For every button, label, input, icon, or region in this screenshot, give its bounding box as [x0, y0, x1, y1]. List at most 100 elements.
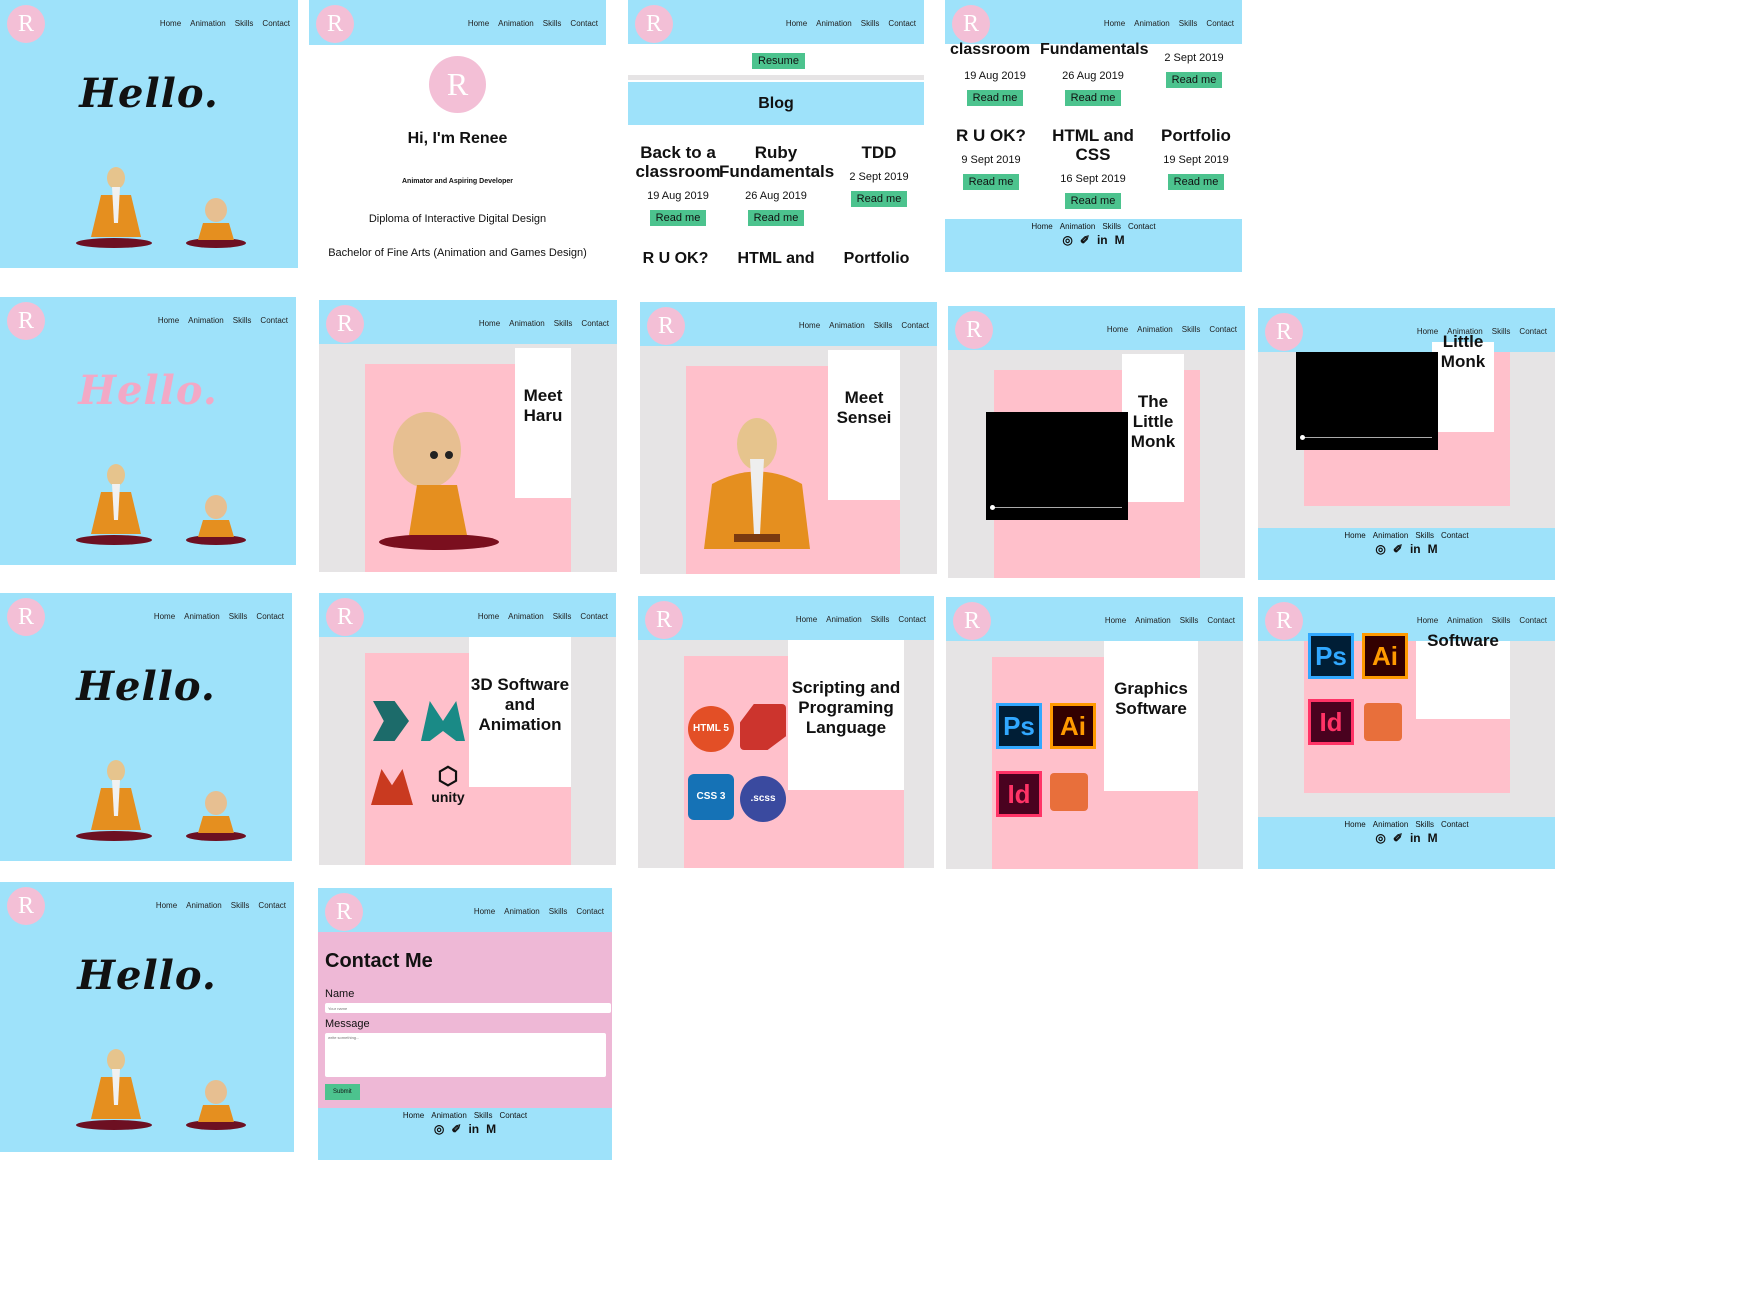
- logo[interactable]: R: [955, 311, 993, 349]
- nav-animation[interactable]: Animation: [186, 901, 222, 910]
- nav-skills[interactable]: Skills: [235, 19, 254, 28]
- nav-animation[interactable]: Animation: [826, 615, 862, 624]
- nav-home[interactable]: Home: [796, 615, 817, 624]
- footer-contact[interactable]: Contact: [1441, 820, 1469, 829]
- nav-contact[interactable]: Contact: [1209, 325, 1237, 334]
- logo[interactable]: R: [645, 601, 683, 639]
- video-player[interactable]: [1296, 352, 1438, 450]
- nav-contact[interactable]: Contact: [580, 612, 608, 621]
- nav-contact[interactable]: Contact: [260, 316, 288, 325]
- video-progress[interactable]: [992, 507, 1122, 508]
- nav-contact[interactable]: Contact: [901, 321, 929, 330]
- nav-home[interactable]: Home: [478, 612, 499, 621]
- footer-animation[interactable]: Animation: [431, 1111, 467, 1120]
- logo[interactable]: R: [952, 5, 990, 43]
- nav-contact[interactable]: Contact: [1207, 616, 1235, 625]
- logo[interactable]: R: [1265, 313, 1303, 351]
- nav-home[interactable]: Home: [160, 19, 181, 28]
- logo[interactable]: R: [7, 302, 45, 340]
- nav-animation[interactable]: Animation: [184, 612, 220, 621]
- nav-skills[interactable]: Skills: [233, 316, 252, 325]
- medium-icon[interactable]: M: [1428, 542, 1438, 556]
- video-scrubber[interactable]: [1300, 435, 1305, 440]
- nav-home[interactable]: Home: [156, 901, 177, 910]
- read-me-button[interactable]: Read me: [1165, 72, 1223, 88]
- read-me-button[interactable]: Read me: [850, 191, 908, 207]
- github-icon[interactable]: ◎: [1062, 233, 1072, 247]
- read-me-button[interactable]: Read me: [747, 210, 805, 226]
- nav-animation[interactable]: Animation: [1134, 19, 1170, 28]
- read-me-button[interactable]: Read me: [1064, 193, 1122, 209]
- github-icon[interactable]: ◎: [434, 1122, 444, 1136]
- nav-contact[interactable]: Contact: [1206, 19, 1234, 28]
- footer-animation[interactable]: Animation: [1373, 820, 1409, 829]
- logo[interactable]: R: [326, 305, 364, 343]
- nav-skills[interactable]: Skills: [543, 19, 562, 28]
- message-textarea[interactable]: [325, 1033, 606, 1077]
- nav-animation[interactable]: Animation: [504, 907, 540, 916]
- footer-home[interactable]: Home: [1344, 531, 1365, 540]
- nav-contact[interactable]: Contact: [581, 319, 609, 328]
- nav-skills[interactable]: Skills: [1492, 616, 1511, 625]
- nav-contact[interactable]: Contact: [576, 907, 604, 916]
- nav-contact[interactable]: Contact: [888, 19, 916, 28]
- nav-contact[interactable]: Contact: [1519, 327, 1547, 336]
- github-icon[interactable]: ◎: [1375, 542, 1385, 556]
- medium-icon[interactable]: M: [1428, 831, 1438, 845]
- footer-animation[interactable]: Animation: [1060, 222, 1096, 231]
- nav-skills[interactable]: Skills: [231, 901, 250, 910]
- resume-button[interactable]: Resume: [752, 53, 805, 69]
- medium-icon[interactable]: M: [486, 1122, 496, 1136]
- video-scrubber[interactable]: [990, 505, 995, 510]
- nav-home[interactable]: Home: [468, 19, 489, 28]
- footer-contact[interactable]: Contact: [500, 1111, 528, 1120]
- nav-contact[interactable]: Contact: [898, 615, 926, 624]
- nav-animation[interactable]: Animation: [1137, 325, 1173, 334]
- footer-skills[interactable]: Skills: [1415, 531, 1434, 540]
- nav-skills[interactable]: Skills: [554, 319, 573, 328]
- nav-skills[interactable]: Skills: [549, 907, 568, 916]
- nav-contact[interactable]: Contact: [256, 612, 284, 621]
- nav-animation[interactable]: Animation: [508, 612, 544, 621]
- nav-animation[interactable]: Animation: [498, 19, 534, 28]
- nav-skills[interactable]: Skills: [1180, 616, 1199, 625]
- logo[interactable]: R: [953, 602, 991, 640]
- nav-home[interactable]: Home: [1417, 616, 1438, 625]
- nav-home[interactable]: Home: [786, 19, 807, 28]
- nav-animation[interactable]: Animation: [509, 319, 545, 328]
- linkedin-icon[interactable]: in: [468, 1122, 479, 1136]
- nav-animation[interactable]: Animation: [190, 19, 226, 28]
- nav-animation[interactable]: Animation: [829, 321, 865, 330]
- logo[interactable]: R: [647, 307, 685, 345]
- logo[interactable]: R: [1265, 602, 1303, 640]
- nav-animation[interactable]: Animation: [188, 316, 224, 325]
- nav-home[interactable]: Home: [799, 321, 820, 330]
- footer-skills[interactable]: Skills: [1102, 222, 1121, 231]
- nav-animation[interactable]: Animation: [816, 19, 852, 28]
- nav-animation[interactable]: Animation: [1135, 616, 1171, 625]
- nav-contact[interactable]: Contact: [258, 901, 286, 910]
- nav-skills[interactable]: Skills: [1179, 19, 1198, 28]
- nav-skills[interactable]: Skills: [1182, 325, 1201, 334]
- nav-home[interactable]: Home: [154, 612, 175, 621]
- logo[interactable]: R: [316, 5, 354, 43]
- nav-contact[interactable]: Contact: [1519, 616, 1547, 625]
- name-input[interactable]: [325, 1003, 611, 1013]
- footer-home[interactable]: Home: [1031, 222, 1052, 231]
- logo[interactable]: R: [7, 598, 45, 636]
- footer-contact[interactable]: Contact: [1441, 531, 1469, 540]
- read-me-button[interactable]: Read me: [1167, 174, 1225, 190]
- github-icon[interactable]: ◎: [1375, 831, 1385, 845]
- footer-home[interactable]: Home: [403, 1111, 424, 1120]
- footer-skills[interactable]: Skills: [1415, 820, 1434, 829]
- twitter-icon[interactable]: ✐: [1080, 233, 1090, 247]
- read-me-button[interactable]: Read me: [649, 210, 707, 226]
- nav-home[interactable]: Home: [479, 319, 500, 328]
- nav-home[interactable]: Home: [474, 907, 495, 916]
- nav-skills[interactable]: Skills: [871, 615, 890, 624]
- nav-home[interactable]: Home: [158, 316, 179, 325]
- logo[interactable]: R: [7, 887, 45, 925]
- logo[interactable]: R: [7, 5, 45, 43]
- linkedin-icon[interactable]: in: [1410, 831, 1421, 845]
- read-me-button[interactable]: Read me: [1064, 90, 1122, 106]
